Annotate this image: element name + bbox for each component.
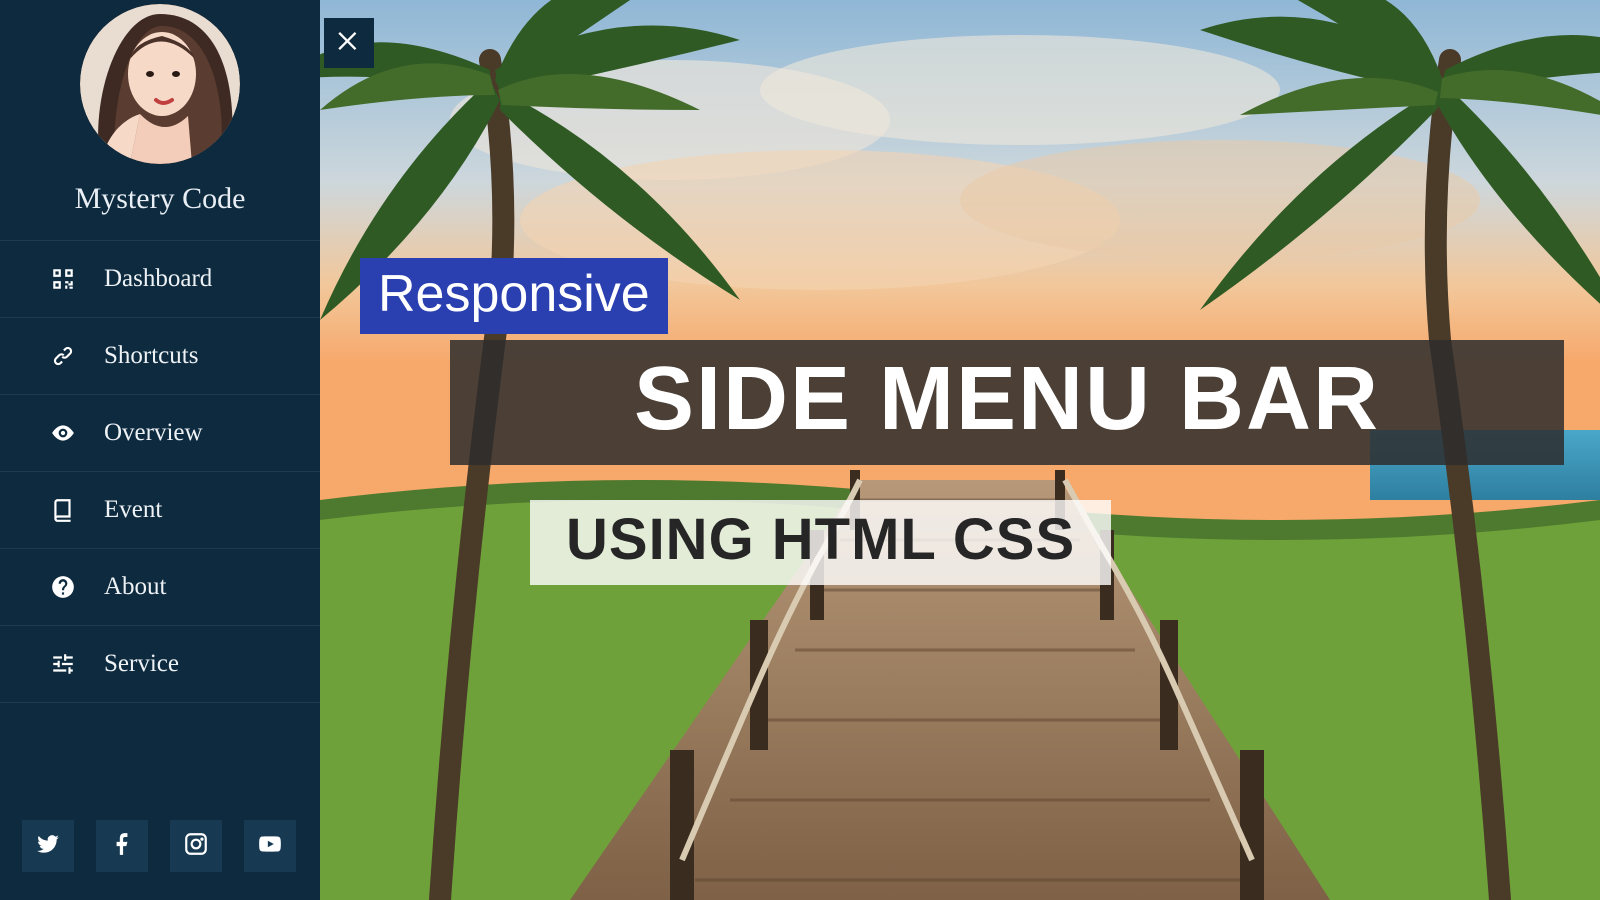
username-label: Mystery Code: [0, 182, 320, 216]
avatar: [80, 4, 240, 164]
link-icon: [50, 343, 76, 369]
hero-title: SIDE MENU BAR: [450, 340, 1564, 465]
sidebar-item-service[interactable]: Service: [0, 626, 320, 703]
social-facebook[interactable]: [96, 820, 148, 872]
social-twitter[interactable]: [22, 820, 74, 872]
sidebar-item-label: Shortcuts: [104, 342, 198, 370]
qr-icon: [50, 266, 76, 292]
sidebar-item-shortcuts[interactable]: Shortcuts: [0, 318, 320, 395]
main-content: Responsive SIDE MENU BAR USING HTML CSS: [320, 0, 1600, 900]
youtube-icon: [257, 831, 283, 862]
social-instagram[interactable]: [170, 820, 222, 872]
facebook-icon: [109, 831, 135, 862]
book-icon: [50, 497, 76, 523]
sidebar-toggle-close[interactable]: [324, 18, 374, 68]
sidebar-item-label: About: [104, 573, 167, 601]
sidebar-item-event[interactable]: Event: [0, 472, 320, 549]
sidebar: Mystery Code Dashboard Shortcuts Overvie…: [0, 0, 320, 900]
instagram-icon: [183, 831, 209, 862]
sidebar-item-dashboard[interactable]: Dashboard: [0, 240, 320, 318]
twitter-icon: [35, 831, 61, 862]
eye-icon: [50, 420, 76, 446]
sidebar-item-about[interactable]: About: [0, 549, 320, 626]
profile-block: Mystery Code: [0, 0, 320, 240]
social-links: [0, 800, 320, 900]
sidebar-item-overview[interactable]: Overview: [0, 395, 320, 472]
close-icon: [335, 27, 363, 60]
sidebar-item-label: Event: [104, 496, 162, 524]
sidebar-item-label: Dashboard: [104, 265, 212, 293]
sliders-icon: [50, 651, 76, 677]
social-youtube[interactable]: [244, 820, 296, 872]
hero-subtitle: USING HTML CSS: [530, 500, 1111, 585]
sidebar-item-label: Service: [104, 650, 179, 678]
question-icon: [50, 574, 76, 600]
sidebar-item-label: Overview: [104, 419, 203, 447]
sidebar-menu: Dashboard Shortcuts Overview Event About: [0, 240, 320, 800]
hero-tag: Responsive: [360, 258, 668, 334]
